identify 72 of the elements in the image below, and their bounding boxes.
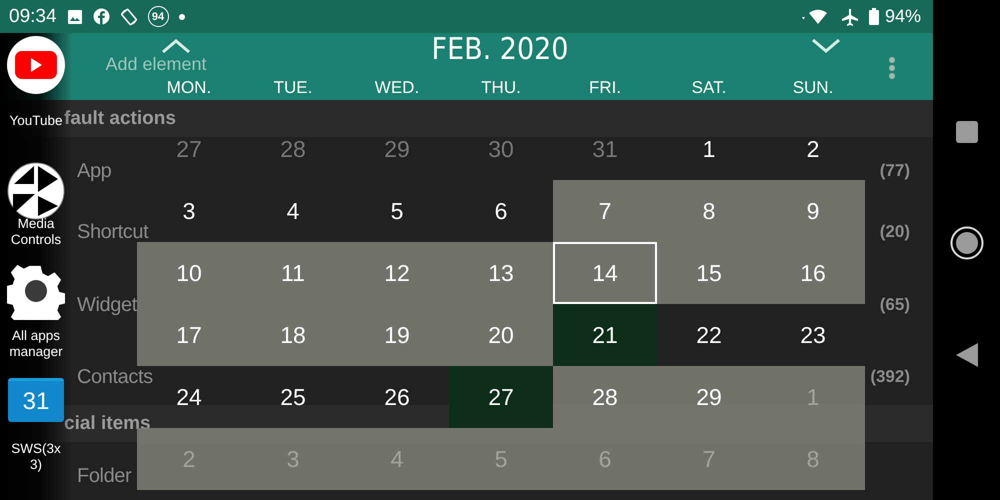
calendar-day[interactable]: 17	[137, 304, 241, 366]
gear-icon[interactable]	[7, 262, 65, 320]
calendar-day[interactable]: 27	[449, 366, 553, 428]
video-app-icon[interactable]	[7, 36, 65, 94]
item-count: (65)	[880, 294, 910, 314]
calendar-day[interactable]: 4	[241, 180, 345, 242]
calendar-day[interactable]: 22	[657, 304, 761, 366]
dot-icon	[178, 14, 185, 20]
chevron-down-icon[interactable]	[811, 38, 841, 54]
weekday-label: SAT.	[690, 78, 728, 99]
clock: 09:34	[9, 6, 57, 28]
weekday-label: THU.	[480, 78, 522, 99]
calendar-day[interactable]: 16	[761, 242, 865, 304]
calendar-day[interactable]: 6	[449, 180, 553, 242]
calendar-day[interactable]: 30	[449, 118, 553, 180]
calendar-day[interactable]: 1	[657, 118, 761, 180]
calendar-day[interactable]: 28	[553, 366, 657, 428]
calendar-day[interactable]: 7	[553, 180, 657, 242]
notification-count: 94	[148, 6, 169, 27]
list-item[interactable]: Shortcut	[77, 222, 148, 242]
app-label[interactable]: SWS(3x3)	[7, 441, 65, 473]
chevron-up-icon[interactable]	[161, 38, 191, 54]
calendar-day[interactable]: 5	[345, 180, 449, 242]
home-button[interactable]	[950, 226, 984, 260]
battery-percent: 94%	[884, 6, 921, 27]
image-icon	[66, 8, 83, 24]
calendar-day[interactable]: 9	[761, 180, 865, 242]
calendar-day[interactable]: 12	[345, 242, 449, 304]
section-title: fault actions	[64, 108, 176, 130]
calendar-day[interactable]: 15	[657, 242, 761, 304]
calendar-day[interactable]: 20	[449, 304, 553, 366]
app-label[interactable]: YouTube	[9, 113, 63, 129]
weekday-label: WED.	[374, 78, 420, 99]
calendar-day[interactable]: 10	[137, 242, 241, 304]
add-element-label[interactable]: Add element	[105, 54, 207, 75]
calendar-day[interactable]: 25	[241, 366, 345, 428]
app-label[interactable]: All apps manager	[4, 328, 68, 360]
list-item[interactable]: Widget	[77, 294, 137, 314]
weekday-label: SUN.	[792, 78, 834, 99]
calendar-day[interactable]: 26	[345, 366, 449, 428]
calendar-day[interactable]: 23	[761, 304, 865, 366]
calendar-day[interactable]: 8	[657, 180, 761, 242]
battery-icon	[868, 8, 879, 25]
media-controls-icon[interactable]	[7, 162, 65, 220]
weekday-label: TUE.	[272, 78, 314, 99]
item-count: (77)	[880, 160, 910, 180]
calendar-day[interactable]: 18	[241, 304, 345, 366]
list-item[interactable]: Folder	[77, 466, 132, 486]
item-count: (392)	[870, 366, 910, 386]
calendar-day[interactable]: 28	[241, 118, 345, 180]
airplane-icon	[840, 8, 859, 26]
app-notification-icon	[92, 8, 110, 25]
calendar-day[interactable]: 21	[553, 304, 657, 366]
calendar-day[interactable]: 29	[657, 366, 761, 428]
calendar-day[interactable]: 29	[345, 118, 449, 180]
back-button[interactable]	[956, 342, 978, 367]
calendar-day[interactable]: 14	[553, 242, 657, 304]
rotate-icon	[120, 8, 138, 26]
item-count: (20)	[880, 222, 910, 242]
calendar-day[interactable]: 19	[345, 304, 449, 366]
calendar-day[interactable]: 2	[761, 118, 865, 180]
month-title: FEB. 2020	[430, 33, 570, 69]
calendar-app-icon[interactable]: 31	[8, 378, 64, 422]
weekday-label: MON.	[166, 78, 212, 99]
recents-button[interactable]	[956, 121, 978, 144]
app-label[interactable]: Media Controls	[4, 216, 68, 248]
calendar-day[interactable]: 31	[553, 118, 657, 180]
calendar-day[interactable]: 11	[241, 242, 345, 304]
list-item[interactable]: App	[77, 160, 112, 180]
list-item[interactable]: Contacts	[77, 366, 153, 386]
weekday-label: FRI.	[588, 78, 622, 99]
calendar-day[interactable]: 13	[449, 242, 553, 304]
